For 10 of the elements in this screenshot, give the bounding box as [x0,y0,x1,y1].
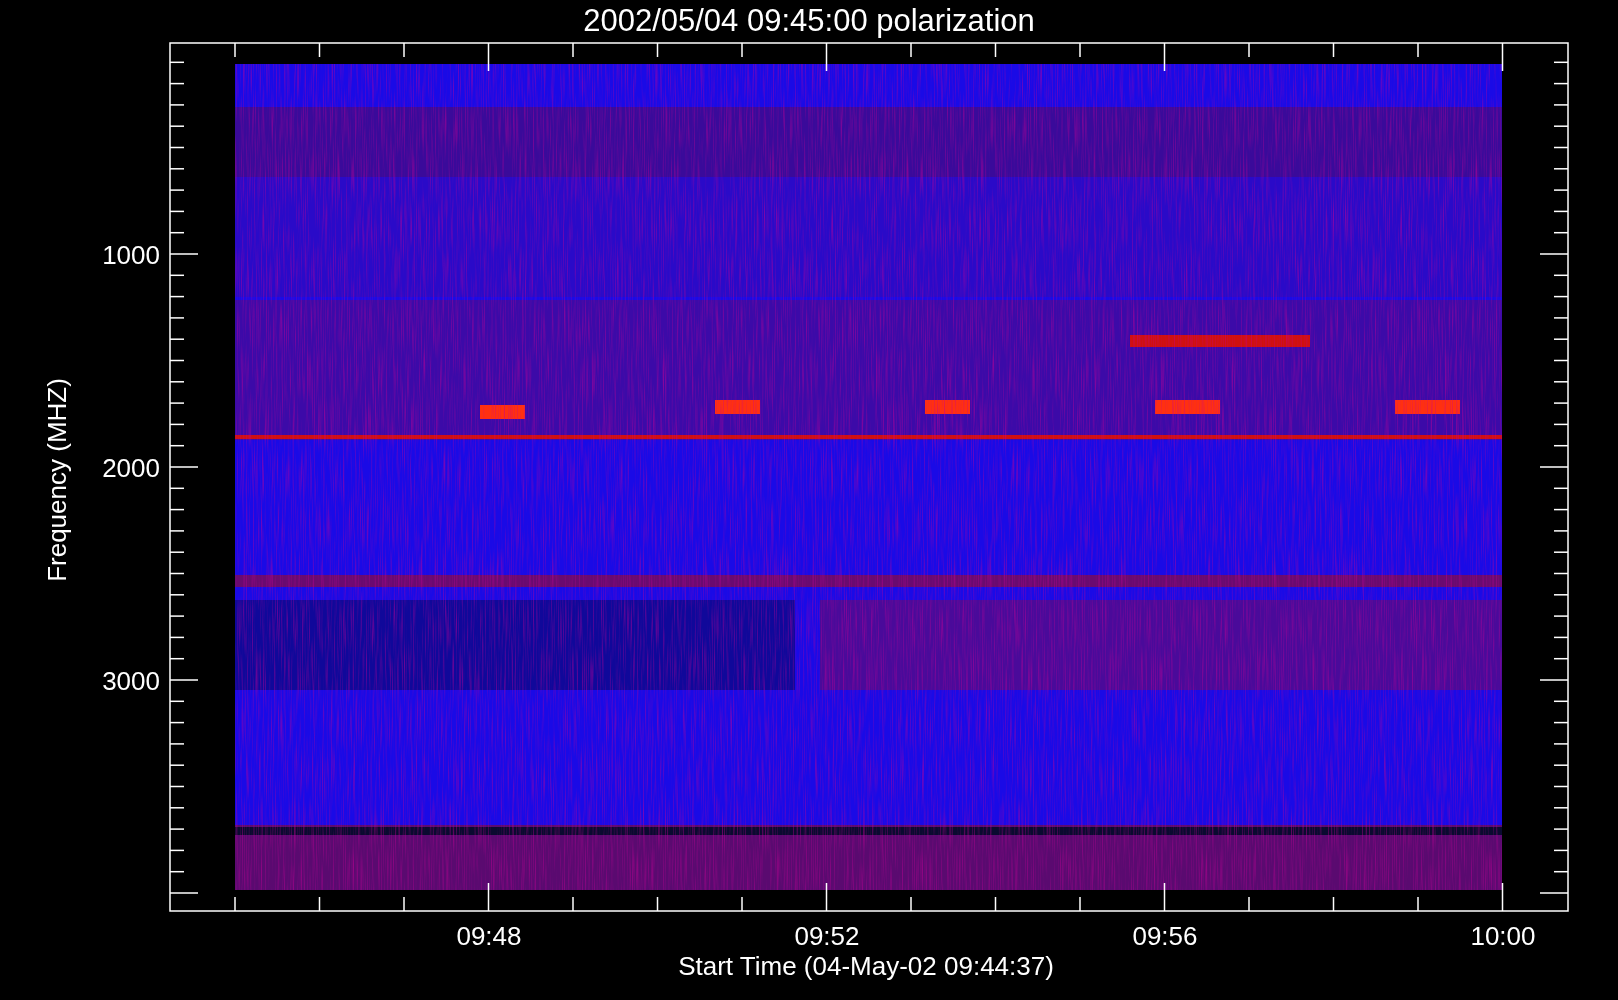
tick-label: 09:48 [456,921,522,951]
tick-label: 2000 [102,453,160,483]
tick-label: 1000 [102,240,160,270]
tick-label: 10:00 [1470,921,1536,951]
tick-label: 09:52 [794,921,860,951]
tick-label: 09:56 [1132,921,1198,951]
chart-title: 2002/05/04 09:45:00 polarization [583,3,1035,38]
axis-title: Start Time (04-May-02 09:44:37) [678,951,1054,981]
axis-title: Frequency (MHZ) [42,378,72,582]
tick-label: 3000 [102,666,160,696]
